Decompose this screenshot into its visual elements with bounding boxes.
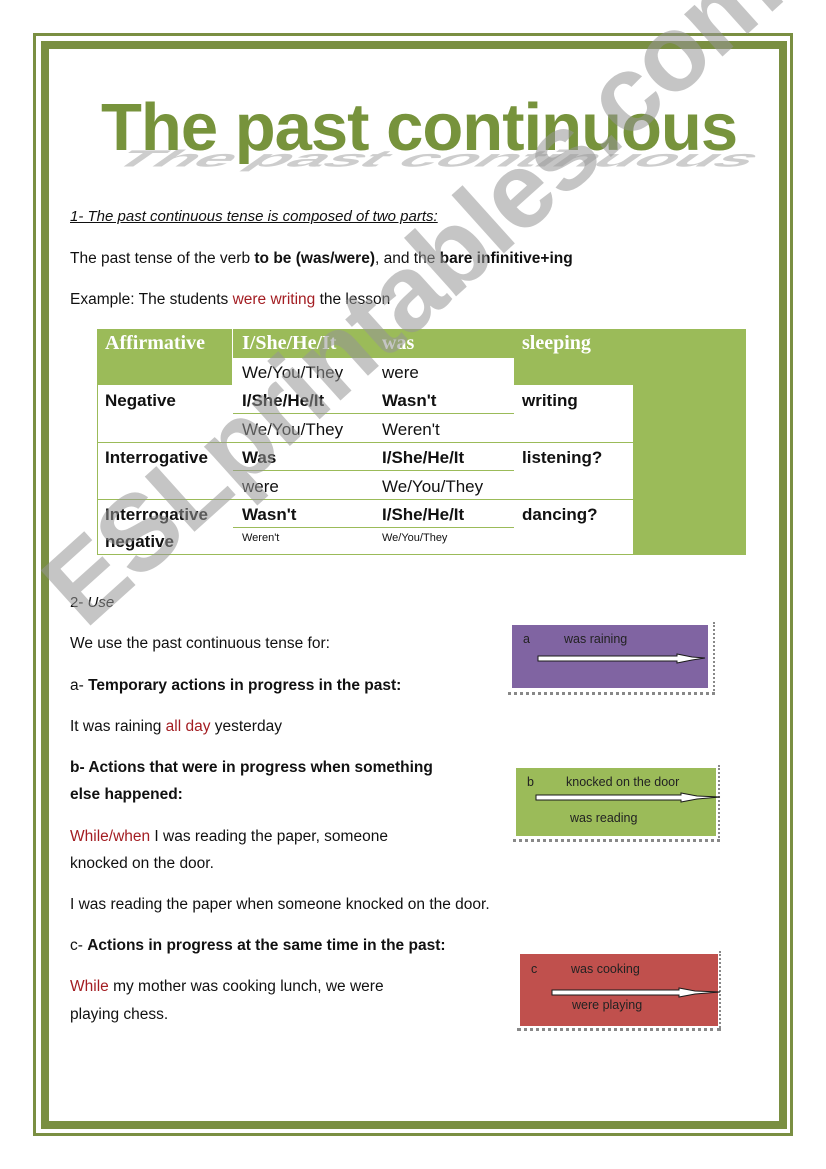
diagram-b-bottom-label: was reading — [570, 811, 638, 825]
section2-heading: 2- Use — [70, 594, 115, 611]
arrow-right-icon — [537, 653, 706, 664]
use-a-title: a- Temporary actions in progress in the … — [70, 677, 402, 694]
cell: Wasn't — [242, 505, 297, 524]
use-b-example1-line1: While/when I was reading the paper, some… — [70, 828, 388, 845]
diagram-c-bottom-label: were playing — [572, 998, 643, 1012]
cell-verb: sleeping — [522, 332, 591, 354]
cell-verb: dancing? — [522, 505, 598, 524]
diagram-c-letter: c — [531, 962, 538, 976]
cell: Wasn't — [382, 391, 437, 410]
row-label-interrogative: Interrogative — [105, 448, 208, 467]
cell-verb: writing — [522, 391, 578, 410]
divider — [233, 470, 514, 471]
cell-verb: listening? — [522, 448, 603, 467]
diagram-a: a was raining — [512, 625, 708, 688]
cell: I/She/He/It — [382, 448, 465, 467]
divider — [232, 329, 233, 385]
diagram-b: b knocked on the door was reading — [516, 768, 721, 836]
diagram-c-top-label: was cooking — [571, 962, 640, 976]
use-c-title: c- Actions in progress at the same time … — [70, 937, 446, 954]
cell: Was — [242, 448, 277, 467]
divider — [233, 527, 514, 528]
diagram-a-letter: a — [523, 632, 530, 646]
divider — [97, 442, 633, 443]
use-c-example-line1: While my mother was cooking lunch, we we… — [70, 978, 384, 995]
diagram-c: c was cooking were playing — [520, 954, 721, 1026]
diagram-b-top-label: knocked on the door — [566, 775, 680, 789]
row-label-interrogative-negative-2: negative — [105, 532, 174, 551]
diagram-b-letter: b — [527, 775, 534, 789]
diagram-a-top-label: was raining — [564, 632, 628, 646]
section2-intro: We use the past continuous tense for: — [70, 635, 330, 652]
divider — [233, 413, 514, 414]
row-label-negative: Negative — [105, 391, 176, 410]
cell: I/She/He/It — [242, 332, 337, 354]
section1-example: Example: The students were writing the l… — [70, 291, 391, 308]
page-title: The past continuous — [101, 90, 738, 165]
arrow-right-icon — [535, 792, 721, 803]
table-left-border — [97, 329, 98, 555]
use-a-example: It was raining all day yesterday — [70, 718, 282, 735]
use-c-example-line2: playing chess. — [70, 1006, 169, 1023]
table-green-column — [633, 329, 746, 555]
cell: were — [242, 477, 279, 496]
cell: I/She/He/It — [242, 391, 325, 410]
cell: I/She/He/It — [382, 505, 465, 524]
cell: We/You/They — [242, 420, 344, 439]
cell: were — [382, 363, 419, 382]
use-b-title-line1: b- Actions that were in progress when so… — [70, 759, 433, 776]
row-label-interrogative-negative: Interrogative — [105, 505, 208, 524]
cell: We/You/They — [242, 363, 344, 382]
cell: Weren't — [242, 532, 280, 544]
cell: We/You/They — [382, 532, 448, 544]
use-b-title-line2: else happened: — [70, 786, 183, 803]
use-b-example2: I was reading the paper when someone kno… — [70, 896, 490, 913]
section1-definition: The past tense of the verb to be (was/we… — [70, 250, 573, 267]
conjugation-table: Affirmative I/She/He/It was sleeping We/… — [97, 329, 633, 555]
cell: Weren't — [382, 420, 440, 439]
table-bottom-border — [97, 554, 633, 555]
divider — [97, 499, 633, 500]
cell: was — [382, 332, 415, 354]
cell: We/You/They — [382, 477, 484, 496]
row-label-affirmative: Affirmative — [105, 332, 205, 354]
section1-heading: 1- The past continuous tense is composed… — [70, 208, 438, 225]
use-b-example1-line2: knocked on the door. — [70, 855, 214, 872]
